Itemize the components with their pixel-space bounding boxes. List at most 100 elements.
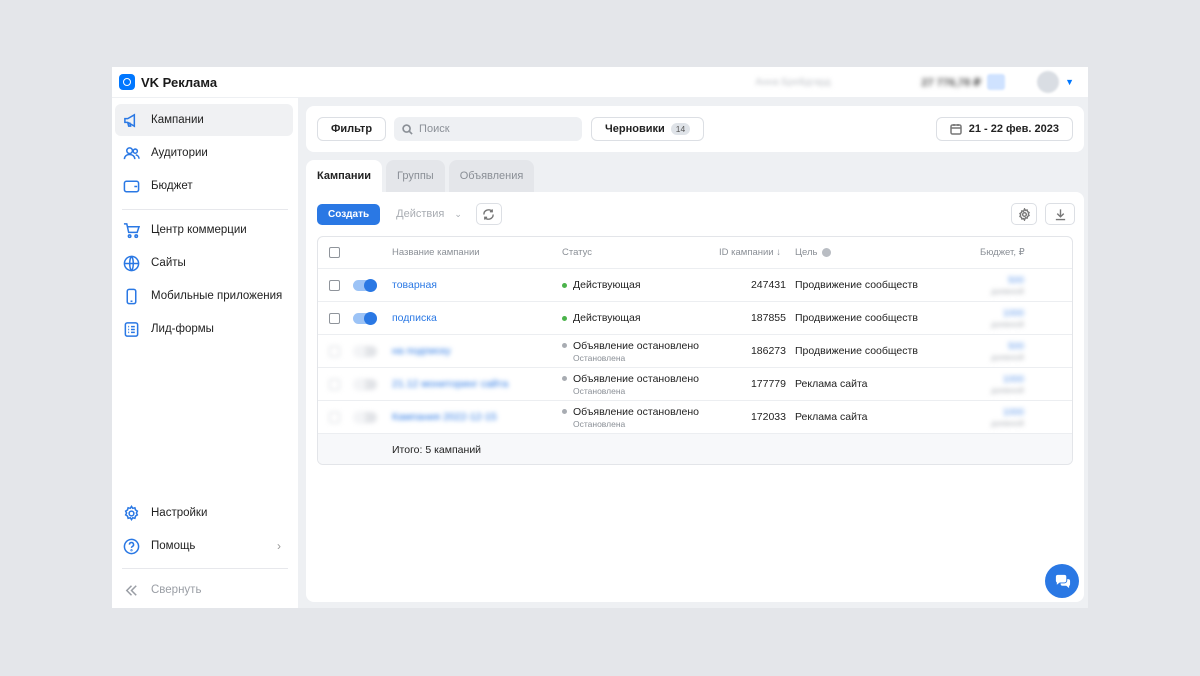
row-checkbox[interactable] <box>329 345 340 357</box>
budget-cell[interactable]: 1000 дневной <box>968 302 1024 334</box>
column-budget[interactable]: Бюджет, ₽ <box>980 237 1025 268</box>
sidebar-item-budget[interactable]: Бюджет <box>115 170 293 202</box>
table-row[interactable]: Кампания 2022-12-15 Объявление остановле… <box>318 401 1072 434</box>
status-text: Действующая <box>573 279 641 291</box>
budget-type: дневной <box>990 351 1024 362</box>
logo[interactable]: VK Реклама <box>119 74 217 90</box>
download-button[interactable] <box>1045 203 1075 225</box>
sidebar-item-audiences[interactable]: Аудитории <box>115 137 293 169</box>
campaign-toggle[interactable] <box>353 410 377 424</box>
campaign-toggle[interactable] <box>353 377 377 391</box>
sidebar-item-campaigns[interactable]: Кампании <box>115 104 293 136</box>
table-row[interactable]: на подписку Объявление остановлено Остан… <box>318 335 1072 368</box>
form-icon <box>122 320 140 338</box>
sidebar-item-help[interactable]: Помощь › <box>115 530 293 562</box>
account-select[interactable]: Анна Брейдгард <box>747 72 895 92</box>
status-subtext: Остановлена <box>573 418 626 429</box>
actions-bar: Создать Действия ⌄ <box>317 203 1075 225</box>
wallet-icon[interactable] <box>987 74 1006 90</box>
drafts-count-badge: 14 <box>670 123 691 135</box>
drafts-button[interactable]: Черновики 14 <box>591 117 705 141</box>
column-status[interactable]: Статус <box>562 237 592 268</box>
create-button[interactable]: Создать <box>317 203 381 225</box>
filter-button[interactable]: Фильтр <box>317 117 387 141</box>
tab-campaigns[interactable]: Кампании <box>306 160 383 192</box>
budget-cell[interactable]: 1000 дневной <box>968 401 1024 433</box>
status-dot <box>562 315 567 321</box>
sidebar: Кампании Аудитории Бюджет Центр коммерци… <box>112 98 298 608</box>
table-row[interactable]: подписка Действующая 187855 Продвижение … <box>318 302 1072 335</box>
row-checkbox[interactable] <box>329 411 340 423</box>
campaign-name-link[interactable]: на подписку <box>392 335 451 367</box>
sidebar-collapse-button[interactable]: Свернуть <box>115 574 293 606</box>
budget-value: 1000 <box>1002 406 1024 418</box>
campaign-toggle[interactable] <box>353 278 377 292</box>
sidebar-item-label: Бюджет <box>151 180 193 192</box>
chevron-down-icon[interactable]: ▼ <box>1065 77 1074 87</box>
table-footer: Итого: 5 кампаний <box>318 434 1072 464</box>
select-all-checkbox[interactable] <box>329 247 340 258</box>
download-icon <box>1055 208 1065 220</box>
users-icon <box>122 144 140 162</box>
budget-value: 1000 <box>1002 307 1024 319</box>
sidebar-item-label: Центр коммерции <box>151 224 247 236</box>
search-icon <box>402 123 413 135</box>
status-subtext: Остановлена <box>573 385 626 396</box>
campaign-id: 247431 <box>750 279 786 291</box>
column-id[interactable]: ID кампании ↓ <box>719 237 781 268</box>
campaign-name-link[interactable]: товарная <box>392 269 437 301</box>
tabs: Кампании Группы Объявления <box>306 160 538 192</box>
date-range-label: 21 - 22 фев. 2023 <box>968 123 1059 135</box>
budget-value: 500 <box>1008 340 1024 352</box>
campaign-toggle[interactable] <box>353 344 377 358</box>
campaign-toggle[interactable] <box>353 311 377 325</box>
campaign-id: 187855 <box>750 312 786 324</box>
campaigns-panel: Создать Действия ⌄ Название кампании Ста… <box>306 192 1084 602</box>
sidebar-item-settings[interactable]: Настройки <box>115 497 293 529</box>
budget-value: 500 <box>1008 274 1024 286</box>
refresh-icon <box>483 208 495 220</box>
double-chevron-left-icon <box>122 581 140 599</box>
budget-type: дневной <box>990 318 1024 329</box>
column-name[interactable]: Название кампании <box>392 237 480 268</box>
budget-cell[interactable]: 500 дневной <box>968 269 1024 301</box>
campaign-name-link[interactable]: Кампания 2022-12-15 <box>392 401 497 433</box>
campaign-goal: Реклама сайта <box>795 378 868 390</box>
table-settings-button[interactable] <box>1011 203 1037 225</box>
sidebar-item-lead-forms[interactable]: Лид-формы <box>115 313 293 345</box>
tab-ads[interactable]: Объявления <box>448 160 535 192</box>
sidebar-item-sites[interactable]: Сайты <box>115 247 293 279</box>
avatar[interactable] <box>1037 71 1060 93</box>
sidebar-item-commerce[interactable]: Центр коммерции <box>115 214 293 246</box>
sidebar-item-mobile-apps[interactable]: Мобильные приложения <box>115 280 293 312</box>
chat-button[interactable] <box>1045 564 1079 598</box>
budget-cell[interactable]: 500 дневной <box>968 335 1024 367</box>
date-range-picker[interactable]: 21 - 22 фев. 2023 <box>935 117 1073 141</box>
sidebar-item-label: Аудитории <box>151 147 208 159</box>
status-subtext: Остановлена <box>573 352 626 363</box>
row-checkbox[interactable] <box>329 378 340 390</box>
vk-logo-icon <box>119 74 135 90</box>
megaphone-icon <box>122 111 140 129</box>
table-row[interactable]: 21.12 мониторинг сайта Объявление остано… <box>318 368 1072 401</box>
budget-type: дневной <box>990 417 1024 428</box>
budget-cell[interactable]: 1000 дневной <box>968 368 1024 400</box>
drafts-label: Черновики <box>605 123 665 135</box>
table-row[interactable]: товарная Действующая 247431 Продвижение … <box>318 269 1072 302</box>
search-input[interactable]: Поиск <box>394 117 583 141</box>
sidebar-item-label: Помощь <box>151 540 196 552</box>
status-text: Объявление остановлено <box>573 372 700 385</box>
row-checkbox[interactable] <box>329 312 340 324</box>
help-icon[interactable] <box>821 248 831 257</box>
row-checkbox[interactable] <box>329 279 340 291</box>
refresh-button[interactable] <box>475 203 502 225</box>
campaign-name-link[interactable]: 21.12 мониторинг сайта <box>392 368 508 400</box>
campaign-name-link[interactable]: подписка <box>392 302 437 334</box>
status-dot <box>562 282 567 288</box>
cart-icon <box>122 221 140 239</box>
column-goal[interactable]: Цель <box>795 237 831 268</box>
campaign-goal: Продвижение сообществ <box>795 345 918 357</box>
tab-groups[interactable]: Группы <box>386 160 445 192</box>
phone-icon <box>122 287 140 305</box>
actions-dropdown[interactable]: Действия ⌄ <box>388 204 470 225</box>
